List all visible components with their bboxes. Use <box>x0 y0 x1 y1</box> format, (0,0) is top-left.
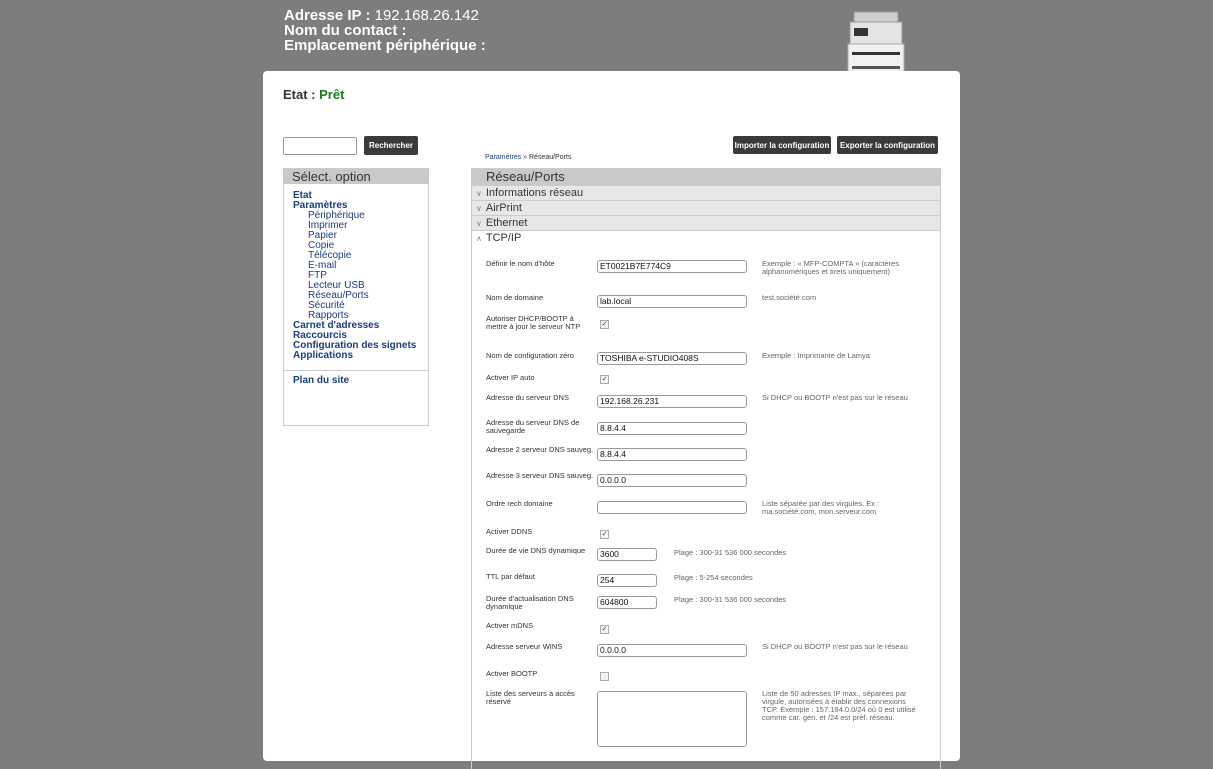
domain-input[interactable]: lab.local <box>597 295 747 308</box>
content-panel: Etat : Prêt Rechercher Importer la confi… <box>263 71 960 769</box>
section-ethernet[interactable]: ∨ Ethernet <box>472 215 940 230</box>
search-button[interactable]: Rechercher <box>364 136 418 155</box>
search-order-hint: Liste séparée par des virgules. Ex : ma.… <box>762 499 880 516</box>
sidebar: Sélect. option Etat Paramètres Périphéri… <box>283 168 429 426</box>
sidebar-divider <box>284 370 428 371</box>
dns-backup-input[interactable]: 8.8.4.4 <box>597 422 747 435</box>
zeroconf-hint: Exemple : Imprimante de Lamya <box>762 351 870 360</box>
location-label: Emplacement périphérique : <box>284 37 486 54</box>
bootp-checkbox[interactable] <box>600 672 609 681</box>
autoip-label: Activer IP auto <box>486 373 535 382</box>
wins-label: Adresse serveur WINS <box>486 642 563 651</box>
main-section: Réseau/Ports ∨ Informations réseau ∨ AirPr… <box>471 168 941 769</box>
status-line: Etat : Prêt <box>283 87 344 102</box>
wins-hint: Si DHCP ou BOOTP n'est pas sur le réseau <box>762 642 908 651</box>
section-label: AirPrint <box>485 202 522 214</box>
ttl-input[interactable]: 254 <box>597 574 657 587</box>
mdns-checkbox[interactable]: ✓ <box>600 625 609 634</box>
status-label: Etat : <box>283 87 316 102</box>
mdns-label: Activer mDNS <box>486 621 534 630</box>
domain-hint: test.société.com <box>762 293 817 302</box>
restricted-textarea[interactable] <box>597 691 747 747</box>
section-label: Informations réseau <box>485 187 584 199</box>
breadcrumb-current: Réseau/Ports <box>528 154 572 161</box>
import-config-button[interactable]: Importer la configuration <box>733 136 831 154</box>
ddns-checkbox[interactable]: ✓ <box>600 530 609 539</box>
restricted-label: Liste des serveurs à accès réservé <box>486 689 575 706</box>
zeroconf-input[interactable]: TOSHIBA e-STUDIO408S <box>597 352 747 365</box>
contact-label: Nom du contact : <box>284 22 407 39</box>
device-header: Adresse IP : 192.168.26.142 Nom du conta… <box>284 8 486 53</box>
restricted-hint: Liste de 50 adresses IP max., séparées p… <box>762 689 916 722</box>
refresh-label: Durée d'actualisation DNS dynamique <box>486 594 574 611</box>
page-title: Réseau/Ports <box>472 169 940 185</box>
search-order-label: Ordre rech domaine <box>486 499 553 508</box>
ttl-label: TTL par défaut <box>486 572 535 581</box>
chevron-down-icon: ∨ <box>476 219 482 228</box>
section-label: Ethernet <box>485 217 528 229</box>
section-informations-reseau[interactable]: ∨ Informations réseau <box>472 185 940 200</box>
domain-label: Nom de domaine <box>486 293 544 302</box>
section-tcpip[interactable]: ∧ TCP/IP <box>472 230 940 245</box>
breadcrumb-separator: » <box>521 154 529 161</box>
breadcrumb: Paramètres » Réseau/Ports <box>485 154 571 161</box>
hostname-hint: Exemple : « MFP-COMPTA » (caractères alp… <box>762 259 899 276</box>
status-value: Prêt <box>319 87 345 102</box>
refresh-input[interactable]: 604800 <box>597 596 657 609</box>
chevron-down-icon: ∨ <box>476 189 482 198</box>
ddns-label: Activer DDNS <box>486 527 533 536</box>
wins-input[interactable]: 0.0.0.0 <box>597 644 747 657</box>
dhcp-ntp-label: Autoriser DHCP/BOOTP à mettre à jour le … <box>486 314 581 331</box>
dns3-label: Adresse 3 serveur DNS sauveg. <box>486 471 594 480</box>
dhcp-ntp-checkbox[interactable]: ✓ <box>600 320 609 329</box>
export-config-button[interactable]: Exporter la configuration <box>837 136 938 154</box>
search-order-input[interactable] <box>597 501 747 514</box>
dns2-input[interactable]: 8.8.4.4 <box>597 448 747 461</box>
section-airprint[interactable]: ∨ AirPrint <box>472 200 940 215</box>
dns-input[interactable]: 192.168.26.231 <box>597 395 747 408</box>
dyn-ttl-input[interactable]: 3600 <box>597 548 657 561</box>
dns3-input[interactable]: 0.0.0.0 <box>597 474 747 487</box>
sidebar-item-applications[interactable]: Applications <box>293 351 428 361</box>
dns-hint: Si DHCP ou BOOTP n'est pas sur le réseau <box>762 393 908 402</box>
dns2-label: Adresse 2 serveur DNS sauveg. <box>486 445 594 454</box>
section-label: TCP/IP <box>485 232 522 244</box>
dns-backup-label: Adresse du serveur DNS de sauvegarde <box>486 418 580 435</box>
dyn-ttl-hint: Plage : 300-31 536 000 secondes <box>674 548 787 557</box>
chevron-down-icon: ∨ <box>476 204 482 213</box>
hostname-input[interactable]: ET0021B7E774C9 <box>597 260 747 273</box>
sidebar-item-sitemap[interactable]: Plan du site <box>284 375 428 386</box>
sidebar-title: Sélect. option <box>284 169 428 184</box>
refresh-hint: Plage : 300-31 536 000 secondes <box>674 595 787 604</box>
bootp-label: Activer BOOTP <box>486 669 538 678</box>
breadcrumb-parent[interactable]: Paramètres <box>485 154 521 161</box>
autoip-checkbox[interactable]: ✓ <box>600 375 609 384</box>
chevron-up-icon: ∧ <box>476 234 482 243</box>
ttl-hint: Plage : 5-254 secondes <box>674 573 753 582</box>
search-input[interactable] <box>283 137 357 155</box>
zeroconf-label: Nom de configuration zéro <box>486 351 574 360</box>
dns-label: Adresse du serveur DNS <box>486 393 569 402</box>
hostname-label: Définir le nom d'hôte <box>486 259 555 268</box>
dyn-ttl-label: Durée de vie DNS dynamique <box>486 546 586 555</box>
